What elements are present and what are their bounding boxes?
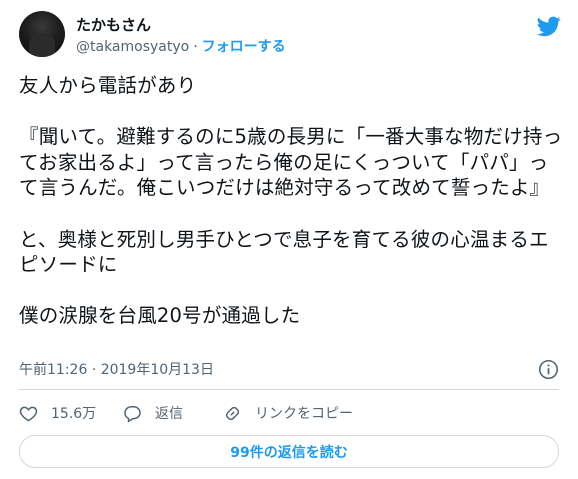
handle-row: @takamosyatyo · フォローする [76, 38, 286, 56]
heart-icon [19, 406, 38, 421]
follow-button[interactable]: フォローする [202, 39, 286, 55]
tweet-text: 友人から電話があり 『聞いて。避難するのに5歳の長男に「一番大事な物だけ持ってお… [19, 74, 563, 328]
reply-label: 返信 [155, 406, 183, 422]
timestamp[interactable]: 午前11:26 · 2019年10月13日 [19, 360, 214, 380]
avatar[interactable] [19, 11, 65, 57]
copy-link-label: リンクをコピー [255, 406, 353, 422]
speech-bubble-icon [124, 405, 141, 422]
action-bar: 15.6万 返信 リンクをコピー [19, 401, 564, 425]
info-icon[interactable] [538, 359, 559, 380]
reply-button[interactable]: 返信 [123, 401, 183, 425]
like-button[interactable]: 15.6万 [19, 401, 96, 425]
separator-dot: · [193, 39, 198, 55]
like-count: 15.6万 [51, 406, 97, 422]
divider [19, 389, 559, 390]
user-handle[interactable]: @takamosyatyo [76, 39, 189, 55]
tweet-card: たかもさん @takamosyatyo · フォローする 友人から電話があり 『聞い… [0, 0, 578, 479]
copy-link-button[interactable]: リンクをコピー [223, 401, 353, 425]
link-icon [225, 406, 240, 420]
twitter-bird-icon[interactable] [537, 14, 561, 38]
read-replies-button[interactable]: 99件の返信を読む [19, 435, 559, 468]
display-name[interactable]: たかもさん [76, 15, 151, 35]
